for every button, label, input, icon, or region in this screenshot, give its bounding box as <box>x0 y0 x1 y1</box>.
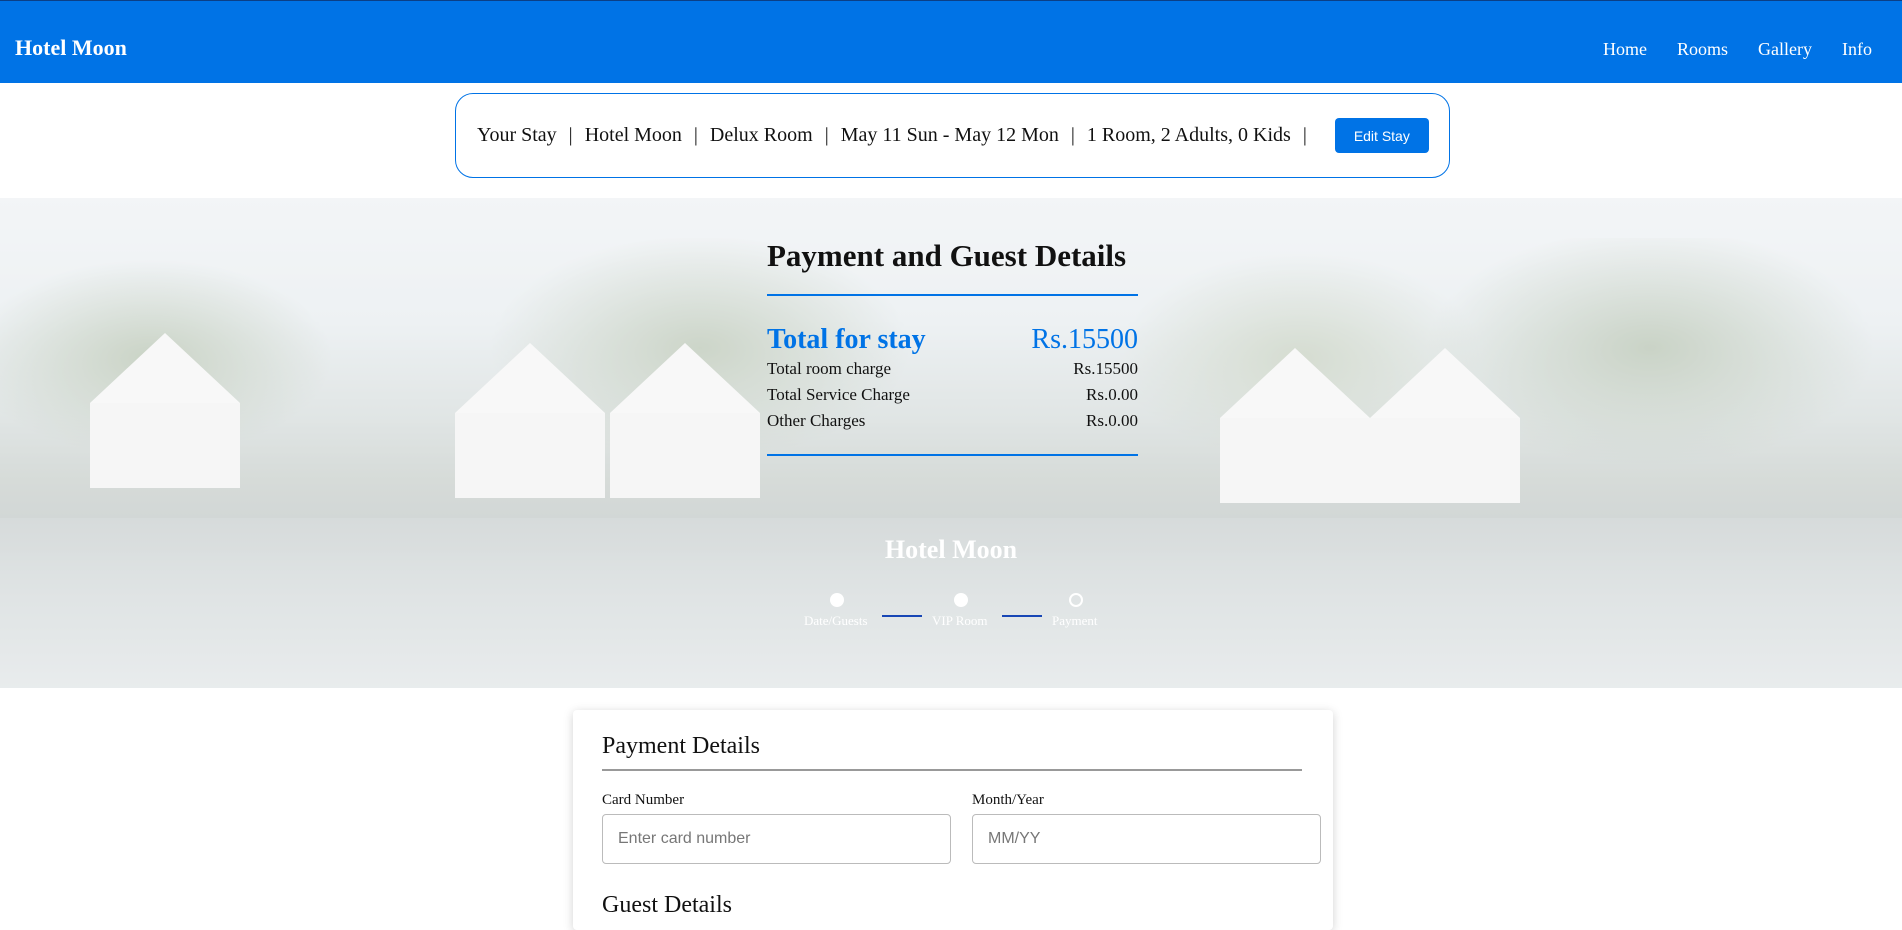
nav-gallery[interactable]: Gallery <box>1758 39 1812 60</box>
charge-row: Total Service Charge Rs.0.00 <box>767 382 1138 408</box>
payment-details-title: Payment Details <box>602 733 760 759</box>
price-summary: Payment and Guest Details Total for stay… <box>767 238 1138 456</box>
progress-steps: Date/Guests VIP Room Payment <box>800 593 1100 633</box>
summary-divider <box>767 454 1138 456</box>
month-year-input[interactable] <box>972 814 1321 864</box>
guest-details-title: Guest Details <box>602 892 732 918</box>
step-label-vip-room: VIP Room <box>932 613 988 628</box>
payment-form-card: Payment Details Card Number Month/Year G… <box>573 710 1333 930</box>
step-connector <box>1002 615 1042 617</box>
step-label-payment: Payment <box>1052 613 1098 628</box>
section-divider <box>602 769 1302 771</box>
stay-dates: May 11 Sun - May 12 Mon <box>840 124 1059 146</box>
stay-summary-bar: Your Stay | Hotel Moon | Delux Room | Ma… <box>455 93 1450 178</box>
card-number-label: Card Number <box>602 792 685 808</box>
separator: | <box>568 124 573 146</box>
step-label-date-guests: Date/Guests <box>804 613 868 628</box>
charge-row: Total room charge Rs.15500 <box>767 356 1138 382</box>
total-value: Rs.15500 <box>1031 324 1138 355</box>
edit-stay-button[interactable]: Edit Stay <box>1334 118 1429 153</box>
total-label: Total for stay <box>767 324 926 355</box>
separator: | <box>824 124 829 146</box>
separator: | <box>693 124 698 146</box>
charge-row: Other Charges Rs.0.00 <box>767 408 1138 434</box>
step-dot-current <box>1069 593 1083 607</box>
month-year-label: Month/Year <box>972 792 1044 808</box>
card-number-input[interactable] <box>602 814 951 864</box>
stay-hotel: Hotel Moon <box>584 124 682 146</box>
nav-info[interactable]: Info <box>1842 39 1872 60</box>
step-dot-complete <box>830 593 844 607</box>
charge-label: Total room charge <box>767 359 892 378</box>
charge-label: Other Charges <box>767 411 866 430</box>
nav-rooms[interactable]: Rooms <box>1677 39 1728 60</box>
charge-value: Rs.0.00 <box>1086 411 1138 430</box>
charge-value: Rs.15500 <box>1073 359 1138 378</box>
separator: | <box>1070 124 1075 146</box>
brand-logo[interactable]: Hotel Moon <box>15 35 127 61</box>
stay-room: Delux Room <box>709 124 813 146</box>
stay-occupancy: 1 Room, 2 Adults, 0 Kids <box>1086 124 1291 146</box>
hero-hotel-name: Hotel Moon <box>884 535 1018 564</box>
page-title: Payment and Guest Details <box>767 238 1138 296</box>
separator: | <box>1302 124 1307 146</box>
total-row: Total for stay Rs.15500 <box>767 324 1138 356</box>
navbar: Hotel Moon Home Rooms Gallery Info <box>0 0 1902 83</box>
hero-section: Payment and Guest Details Total for stay… <box>0 198 1902 688</box>
step-dot-complete <box>954 593 968 607</box>
charge-label: Total Service Charge <box>767 385 910 404</box>
nav-home[interactable]: Home <box>1603 39 1647 60</box>
charge-value: Rs.0.00 <box>1086 385 1138 404</box>
nav-links: Home Rooms Gallery Info <box>1573 39 1872 60</box>
step-connector <box>882 615 922 617</box>
stay-label: Your Stay <box>477 124 557 146</box>
